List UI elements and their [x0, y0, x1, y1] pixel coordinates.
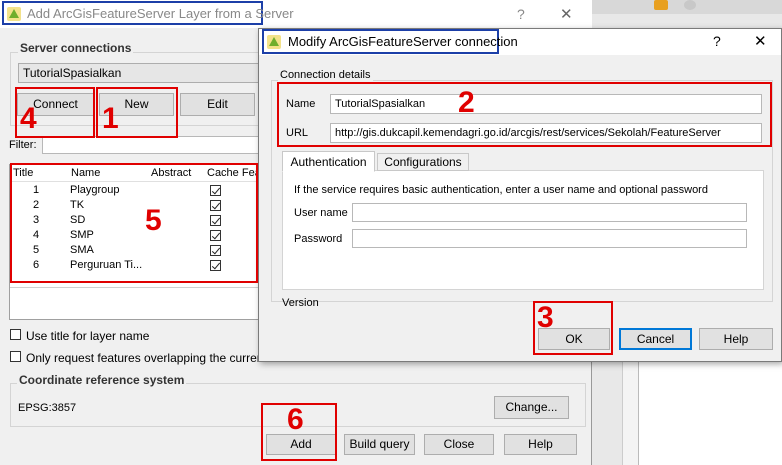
use-title-checkbox[interactable] — [10, 329, 21, 343]
server-connections-label: Server connections — [18, 41, 134, 55]
username-field[interactable] — [352, 203, 747, 222]
password-label: Password — [294, 233, 343, 245]
password-field[interactable] — [352, 229, 747, 248]
close-button[interactable]: Close — [424, 434, 494, 455]
filter-input[interactable] — [42, 136, 264, 154]
help-button[interactable]: Help — [504, 434, 577, 455]
python-icon — [654, 0, 668, 10]
annotation-number-3: 3 — [537, 301, 554, 334]
username-label: User name — [294, 207, 348, 219]
modify-connection-dialog: Modify ArcGisFeatureServer connection ? … — [258, 28, 782, 362]
modify-window-title: Modify ArcGisFeatureServer connection — [288, 34, 518, 49]
annotation-number-1: 1 — [102, 102, 119, 135]
tab-authentication[interactable]: Authentication — [282, 151, 375, 172]
annotation-box-layers — [10, 163, 258, 283]
change-button[interactable]: Change... — [494, 396, 569, 419]
help-icon[interactable]: ? — [517, 6, 525, 22]
connection-select[interactable]: TutorialSpasialkan — [18, 63, 268, 83]
window-title: Add ArcGisFeatureServer Layer from a Ser… — [27, 6, 294, 21]
auth-info-text: If the service requires basic authentica… — [294, 184, 708, 196]
table-separator — [10, 287, 265, 288]
annotation-box-connection — [277, 82, 772, 147]
title-bar: Add ArcGisFeatureServer Layer from a Ser… — [0, 0, 592, 28]
annotation-number-5: 5 — [145, 204, 162, 237]
tab-configurations[interactable]: Configurations — [377, 153, 469, 171]
edit-button[interactable]: Edit — [180, 93, 255, 116]
cancel-button[interactable]: Cancel — [619, 328, 692, 350]
only-request-checkbox[interactable] — [10, 351, 21, 365]
help-icon[interactable]: ? — [713, 33, 721, 49]
build-query-button[interactable]: Build query — [344, 434, 415, 455]
connection-details-label: Connection details — [278, 69, 373, 81]
modify-title-bar: Modify ArcGisFeatureServer connection ? … — [259, 29, 781, 55]
panel-divider — [622, 360, 638, 465]
close-icon[interactable]: ✕ — [560, 5, 573, 23]
only-request-label: Only request features overlapping the cu… — [26, 351, 277, 365]
annotation-number-2: 2 — [458, 86, 475, 119]
crs-label: Coordinate reference system — [17, 373, 187, 387]
close-icon[interactable]: ✕ — [754, 32, 767, 50]
crs-value: EPSG:3857 — [18, 402, 77, 414]
annotation-number-4: 4 — [20, 102, 37, 135]
gear-icon — [684, 0, 696, 10]
use-title-label: Use title for layer name — [26, 329, 150, 343]
annotation-number-6: 6 — [287, 403, 304, 436]
version-label: Version — [282, 297, 319, 309]
help-button[interactable]: Help — [699, 328, 773, 350]
filter-label: Filter: — [9, 139, 37, 151]
